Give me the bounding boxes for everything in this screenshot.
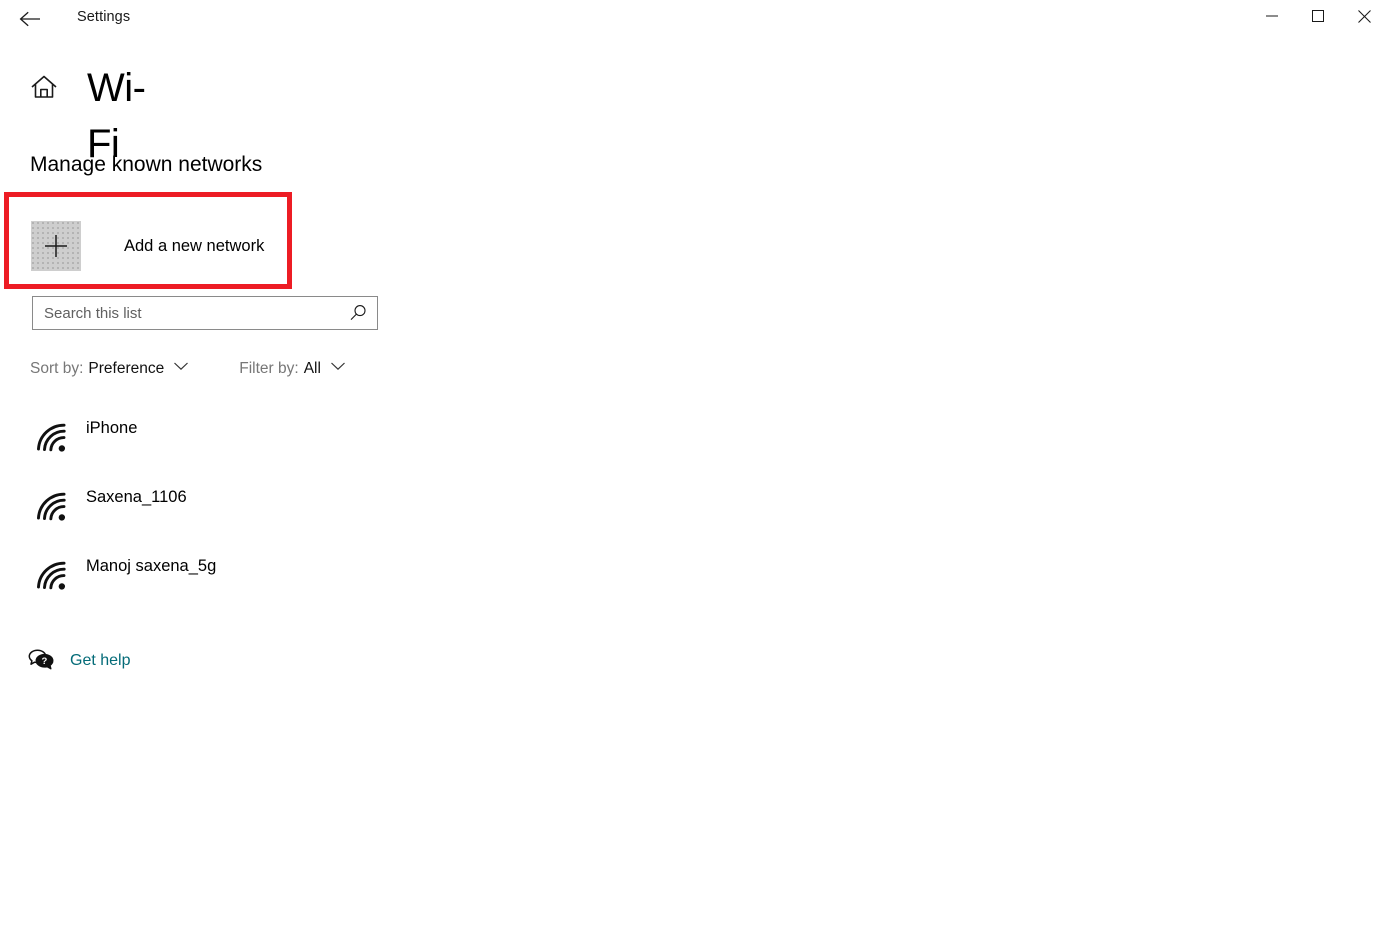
chevron-down-icon	[173, 358, 189, 371]
wifi-icon	[34, 558, 74, 598]
maximize-button[interactable]	[1295, 0, 1341, 32]
home-icon	[29, 75, 59, 106]
window-title: Settings	[77, 9, 131, 25]
wifi-icon	[34, 420, 74, 460]
svg-text:?: ?	[41, 656, 47, 667]
close-icon	[1357, 9, 1371, 23]
plus-icon	[31, 221, 81, 271]
search-box[interactable]	[32, 296, 378, 330]
back-button[interactable]	[8, 2, 52, 36]
filter-by-dropdown[interactable]: Filter by: All	[239, 360, 346, 384]
get-help-link[interactable]: ? Get help	[28, 646, 130, 676]
minimize-icon	[1266, 10, 1278, 22]
filter-by-label: Filter by:	[239, 360, 299, 377]
list-controls: Sort by: Preference Filter by: All	[30, 360, 346, 384]
home-button[interactable]	[29, 72, 59, 102]
sort-by-label: Sort by:	[30, 360, 84, 377]
network-name: Manoj saxena_5g	[86, 557, 217, 575]
maximize-icon	[1312, 10, 1324, 22]
network-name: Saxena_1106	[86, 488, 187, 506]
search-icon[interactable]	[349, 304, 367, 322]
wifi-icon	[34, 489, 74, 529]
network-list-item[interactable]: iPhone	[0, 414, 500, 483]
title-bar: Settings	[0, 0, 1387, 40]
section-heading: Manage known networks	[30, 153, 263, 176]
filter-by-value: All	[303, 360, 321, 377]
window-controls	[1249, 0, 1387, 34]
sort-by-value: Preference	[88, 360, 165, 377]
back-arrow-icon	[19, 10, 41, 28]
sort-by-dropdown[interactable]: Sort by: Preference	[30, 360, 189, 384]
add-new-network-button[interactable]: Add a new network	[31, 220, 264, 272]
close-button[interactable]	[1341, 0, 1387, 32]
chevron-down-icon	[330, 358, 346, 371]
minimize-button[interactable]	[1249, 0, 1295, 32]
known-networks-list: iPhone Saxena_1106 Manoj saxena_5g	[0, 414, 500, 621]
network-list-item[interactable]: Manoj saxena_5g	[0, 552, 500, 621]
add-new-network-label: Add a new network	[124, 236, 265, 255]
get-help-label: Get help	[70, 652, 131, 669]
help-bubble-icon: ?	[28, 649, 54, 673]
network-name: iPhone	[86, 419, 138, 437]
network-list-item[interactable]: Saxena_1106	[0, 483, 500, 552]
search-input[interactable]	[33, 298, 344, 328]
